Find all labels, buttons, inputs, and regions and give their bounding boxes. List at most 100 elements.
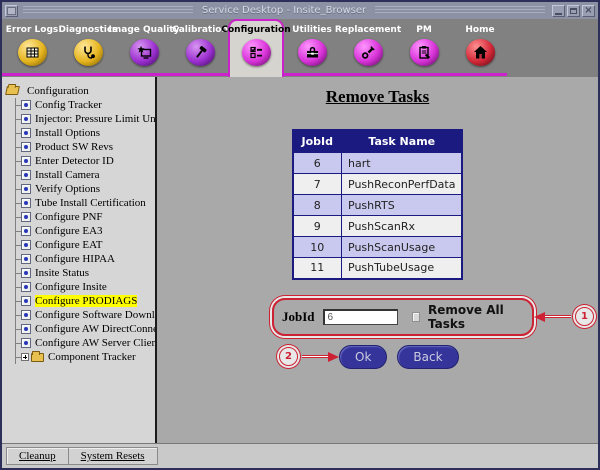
ok-button[interactable]: Ok: [339, 345, 387, 369]
document-icon: [21, 338, 31, 348]
cleanup-button[interactable]: Cleanup: [7, 448, 68, 464]
minimize-button[interactable]: [552, 5, 565, 17]
calibration-icon: [186, 39, 215, 66]
jobid-label: JobId: [282, 309, 315, 325]
toolbar-button-configuration[interactable]: Configuration: [228, 19, 284, 77]
toolbar-button-home[interactable]: Home: [452, 19, 508, 66]
error-logs-icon: [18, 39, 47, 66]
document-icon: [21, 296, 31, 306]
sidebar-item[interactable]: Install Options: [16, 126, 153, 140]
task-name-cell: PushScanRx: [342, 216, 463, 237]
replacement-icon: [354, 39, 383, 66]
system-resets-button[interactable]: System Resets: [68, 448, 157, 464]
table-row: 8 PushRTS: [293, 195, 463, 216]
table-header-row: JobId Task Name: [293, 130, 463, 153]
close-button[interactable]: ×: [582, 5, 595, 17]
toolbar-button-error-logs[interactable]: Error Logs: [4, 19, 60, 66]
open-folder-icon: [5, 86, 20, 95]
toolbar-button-utilities[interactable]: Utilities: [284, 19, 340, 66]
maximize-icon: [570, 8, 577, 14]
document-icon: [21, 226, 31, 236]
document-icon: [21, 240, 31, 250]
document-icon: [21, 310, 31, 320]
main-panel: Remove Tasks JobId Task Name 6 hart: [157, 77, 598, 443]
maximize-button[interactable]: [567, 5, 580, 17]
jobid-input[interactable]: [323, 309, 398, 325]
toolbar-button-replacement[interactable]: Replacement: [340, 19, 396, 66]
col-header-task-name: Task Name: [342, 130, 463, 153]
sidebar-item[interactable]: Configure PRODIAGS: [16, 294, 153, 308]
jobid-cell: 10: [293, 237, 342, 258]
sidebar-item-component-tracker[interactable]: Component Tracker: [16, 350, 153, 364]
sidebar-item[interactable]: Configure PNF: [16, 210, 153, 224]
sidebar-item[interactable]: Product SW Revs: [16, 140, 153, 154]
sidebar-item[interactable]: Insite Status: [16, 266, 153, 280]
sidebar-item[interactable]: Configure Software Download: [16, 308, 153, 322]
document-icon: [21, 254, 31, 264]
sidebar-item[interactable]: Configure HIPAA: [16, 252, 153, 266]
home-icon: [466, 39, 495, 66]
document-icon: [21, 128, 31, 138]
tree-root-configuration[interactable]: Configuration: [6, 83, 153, 98]
jobid-cell: 11: [293, 258, 342, 279]
toolbar-button-pm[interactable]: PM: [396, 19, 452, 66]
jobid-form-row: JobId Remove All Tasks 1: [272, 303, 598, 331]
annotation-box-1: JobId Remove All Tasks: [272, 298, 534, 336]
sidebar-item[interactable]: Injector: Pressure Limit Unit: [16, 112, 153, 126]
document-icon: [21, 114, 31, 124]
sidebar-item[interactable]: Configure AW Server Client: [16, 336, 153, 350]
minimize-icon: [555, 13, 562, 15]
table-row: 9 PushScanRx: [293, 216, 463, 237]
document-icon: [21, 142, 31, 152]
sidebar-item[interactable]: Configure EAT: [16, 238, 153, 252]
document-icon: [21, 324, 31, 334]
jobid-cell: 6: [293, 153, 342, 174]
tree-children: Config Tracker Injector: Pressure Limit …: [15, 98, 153, 364]
annotation-arrow-2: [302, 352, 339, 362]
col-header-jobid: JobId: [293, 130, 342, 153]
expand-plus-icon[interactable]: [21, 353, 29, 361]
toolbar-button-image-quality[interactable]: Image Quality: [116, 19, 172, 66]
table-row: 7 PushReconPerfData: [293, 174, 463, 195]
closed-folder-icon: [31, 353, 44, 362]
utilities-icon: [298, 39, 327, 66]
sidebar-item[interactable]: Install Camera: [16, 168, 153, 182]
close-icon: ×: [584, 6, 592, 16]
document-icon: [21, 198, 31, 208]
task-name-cell: hart: [342, 153, 463, 174]
sidebar-item[interactable]: Config Tracker: [16, 98, 153, 112]
table-row: 6 hart: [293, 153, 463, 174]
document-icon: [21, 184, 31, 194]
back-button[interactable]: Back: [397, 345, 458, 369]
jobid-cell: 7: [293, 174, 342, 195]
remove-all-tasks-checkbox[interactable]: [412, 312, 420, 322]
sidebar-item[interactable]: Configure EA3: [16, 224, 153, 238]
titlebar-ridges: [23, 6, 193, 15]
task-name-cell: PushScanUsage: [342, 237, 463, 258]
sidebar-item[interactable]: Verify Options: [16, 182, 153, 196]
app-window: Service Desktop - Insite_Browser × Error…: [0, 0, 600, 470]
task-name-cell: PushReconPerfData: [342, 174, 463, 195]
toolbar-button-calibration[interactable]: Calibration: [172, 19, 228, 66]
sidebar-item[interactable]: Enter Detector ID: [16, 154, 153, 168]
titlebar-ridges: [375, 6, 545, 15]
document-icon: [21, 170, 31, 180]
window-menu-icon[interactable]: [5, 5, 18, 17]
task-name-cell: PushRTS: [342, 195, 463, 216]
sidebar-item[interactable]: Tube Install Certification: [16, 196, 153, 210]
sidebar-tree: Configuration Config Tracker: [2, 77, 157, 443]
document-icon: [21, 100, 31, 110]
image-quality-icon: [130, 39, 159, 66]
document-icon: [21, 268, 31, 278]
sidebar-item[interactable]: Configure Insite: [16, 280, 153, 294]
document-icon: [21, 282, 31, 292]
sidebar-item[interactable]: Configure AW DirectConnect: [16, 322, 153, 336]
statusbar-actions: Cleanup System Resets: [6, 447, 158, 465]
pm-icon: [410, 39, 439, 66]
annotation-number-1: 1: [575, 307, 594, 326]
jobid-cell: 8: [293, 195, 342, 216]
diagnostics-icon: [74, 39, 103, 66]
statusbar: Cleanup System Resets: [2, 443, 598, 468]
titlebar: Service Desktop - Insite_Browser ×: [2, 2, 598, 19]
configuration-icon: [242, 39, 271, 66]
